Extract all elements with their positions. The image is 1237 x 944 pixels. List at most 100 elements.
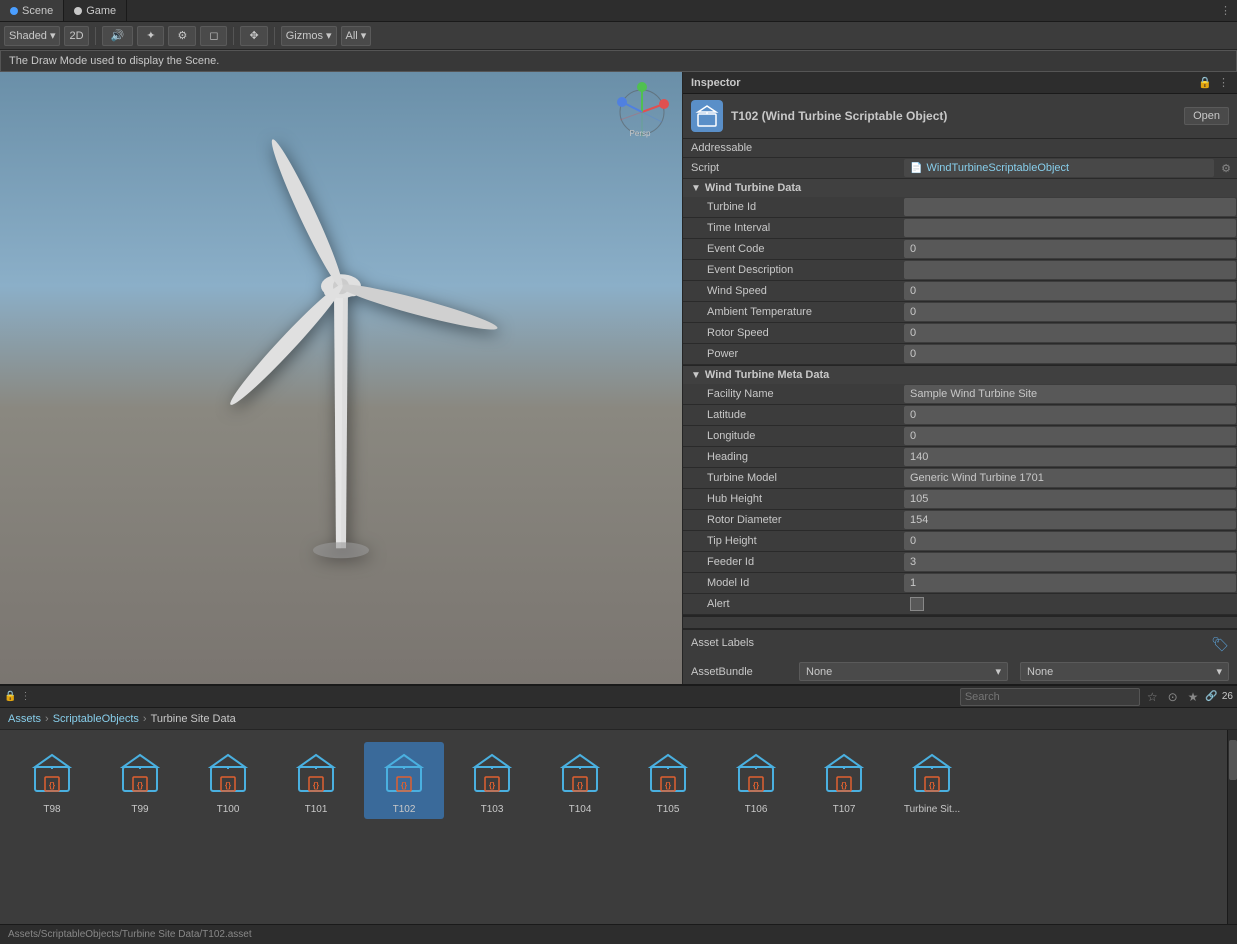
list-item[interactable]: {} T107: [804, 742, 884, 819]
script-row: Script 📄 WindTurbineScriptableObject ⚙: [683, 158, 1237, 179]
scene-gizmo[interactable]: Persp: [612, 82, 672, 142]
turbine-model-value[interactable]: Generic Wind Turbine 1701: [904, 469, 1236, 487]
script-value[interactable]: 📄 WindTurbineScriptableObject: [904, 159, 1214, 177]
main-area: Persp: [0, 72, 1237, 684]
transform-button[interactable]: ✥: [240, 26, 267, 46]
asset-count: 26: [1222, 691, 1233, 702]
assets-main[interactable]: {} T98 {} T99: [0, 730, 1227, 924]
wind-turbine-data-header[interactable]: ▼ Wind Turbine Data: [683, 179, 1237, 197]
tip-height-text: 0: [910, 535, 916, 547]
event-description-value[interactable]: [904, 261, 1236, 279]
alert-value[interactable]: [904, 595, 1236, 613]
svg-text:Persp: Persp: [630, 129, 651, 138]
open-button[interactable]: Open: [1184, 107, 1229, 125]
star-filter[interactable]: ★: [1185, 690, 1202, 704]
ambient-temp-value[interactable]: 0: [904, 303, 1236, 321]
game-dot: [74, 7, 82, 15]
turbine-id-label: Turbine Id: [683, 199, 903, 215]
event-code-row: Event Code 0: [683, 239, 1237, 260]
list-item[interactable]: {} T98: [12, 742, 92, 819]
list-item[interactable]: {} Turbine Sit...: [892, 742, 972, 819]
tooltip-bar: The Draw Mode used to display the Scene.: [0, 50, 1237, 72]
facility-name-row: Facility Name Sample Wind Turbine Site: [683, 384, 1237, 405]
latitude-value[interactable]: 0: [904, 406, 1236, 424]
list-item[interactable]: {} T104: [540, 742, 620, 819]
asset-icon-t103: {}: [464, 746, 520, 802]
power-value[interactable]: 0: [904, 345, 1236, 363]
time-interval-row: Time Interval: [683, 218, 1237, 239]
wind-speed-value[interactable]: 0: [904, 282, 1236, 300]
scene-viewport[interactable]: Persp: [0, 72, 682, 684]
list-item[interactable]: {} T105: [628, 742, 708, 819]
tip-height-value[interactable]: 0: [904, 532, 1236, 550]
wind-turbine-meta-header[interactable]: ▼ Wind Turbine Meta Data: [683, 366, 1237, 384]
more-icon[interactable]: ⋮: [1218, 76, 1229, 89]
longitude-label: Longitude: [683, 428, 903, 444]
facility-name-value[interactable]: Sample Wind Turbine Site: [904, 385, 1236, 403]
all-dropdown[interactable]: All ▾: [341, 26, 372, 46]
turbine-id-value[interactable]: [904, 198, 1236, 216]
hide-button[interactable]: ◻: [200, 26, 227, 46]
search-input[interactable]: [960, 688, 1140, 706]
gizmos-dropdown[interactable]: Gizmos ▾: [281, 26, 337, 46]
scrollbar-thumb[interactable]: [1229, 740, 1237, 780]
assets-content: {} T98 {} T99: [0, 730, 1237, 924]
lock-icon[interactable]: 🔒: [1198, 76, 1212, 89]
breadcrumb-assets[interactable]: Assets: [8, 713, 41, 725]
script-settings-icon[interactable]: ⚙: [1215, 162, 1237, 175]
time-interval-label: Time Interval: [683, 220, 903, 236]
list-item[interactable]: {} T106: [716, 742, 796, 819]
list-item[interactable]: {} T99: [100, 742, 180, 819]
filter-button[interactable]: ⊙: [1165, 690, 1181, 704]
latitude-label: Latitude: [683, 407, 903, 423]
status-bar: Assets/ScriptableObjects/Turbine Site Da…: [0, 924, 1237, 944]
asset-labels-section: [683, 616, 1237, 628]
inspector-scroll[interactable]: Addressable Script 📄 WindTurbineScriptab…: [683, 139, 1237, 628]
scene-options[interactable]: ⚙: [168, 26, 196, 46]
audio-button[interactable]: 🔊: [102, 26, 134, 46]
shaded-dropdown[interactable]: Shaded ▾: [4, 26, 60, 46]
event-code-value[interactable]: 0: [904, 240, 1236, 258]
game-tab[interactable]: Game: [64, 0, 127, 21]
rotor-diameter-value[interactable]: 154: [904, 511, 1236, 529]
asset-icon-t101: {}: [288, 746, 344, 802]
asset-bundle-label: AssetBundle: [691, 666, 791, 678]
hub-height-value[interactable]: 105: [904, 490, 1236, 508]
list-item[interactable]: {} T102: [364, 742, 444, 819]
assets-scrollbar[interactable]: [1227, 730, 1237, 924]
effects-button[interactable]: ✦: [137, 26, 164, 46]
breadcrumb-sep1: ›: [45, 713, 49, 725]
ab-chevron1: ▾: [995, 665, 1001, 678]
shaded-chevron: ▾: [50, 29, 56, 42]
list-item[interactable]: {} T100: [188, 742, 268, 819]
asset-bundle-dropdown1[interactable]: None ▾: [799, 662, 1008, 681]
longitude-value[interactable]: 0: [904, 427, 1236, 445]
asset-label-t103: T103: [481, 804, 504, 815]
breadcrumb: Assets › ScriptableObjects › Turbine Sit…: [0, 708, 1237, 730]
rotor-speed-value[interactable]: 0: [904, 324, 1236, 342]
svg-text:{}: {}: [665, 781, 671, 790]
svg-text:{}: {}: [225, 781, 231, 790]
breadcrumb-scriptableobjects[interactable]: ScriptableObjects: [53, 713, 139, 725]
list-item[interactable]: {} T101: [276, 742, 356, 819]
feeder-id-value[interactable]: 3: [904, 553, 1236, 571]
object-icon: [691, 100, 723, 132]
latitude-text: 0: [910, 409, 916, 421]
scene-tab[interactable]: Scene: [0, 0, 64, 21]
section-arrow-1: ▼: [691, 183, 701, 194]
2d-button[interactable]: 2D: [64, 26, 88, 46]
list-item[interactable]: {} T103: [452, 742, 532, 819]
heading-value[interactable]: 140: [904, 448, 1236, 466]
time-interval-value[interactable]: [904, 219, 1236, 237]
model-id-value[interactable]: 1: [904, 574, 1236, 592]
asset-bundle-dropdown2[interactable]: None ▾: [1020, 662, 1229, 681]
heading-row: Heading 140: [683, 447, 1237, 468]
tip-height-label: Tip Height: [683, 533, 903, 549]
alert-checkbox[interactable]: [910, 597, 924, 611]
add-to-favorites[interactable]: ☆: [1144, 690, 1161, 704]
breadcrumb-sep2: ›: [143, 713, 147, 725]
asset-labels-icon[interactable]: 🏷: [1211, 636, 1229, 653]
asset-label-t107: T107: [833, 804, 856, 815]
object-actions: Open: [1184, 107, 1229, 125]
menu-icon[interactable]: ⋮: [1214, 4, 1237, 17]
